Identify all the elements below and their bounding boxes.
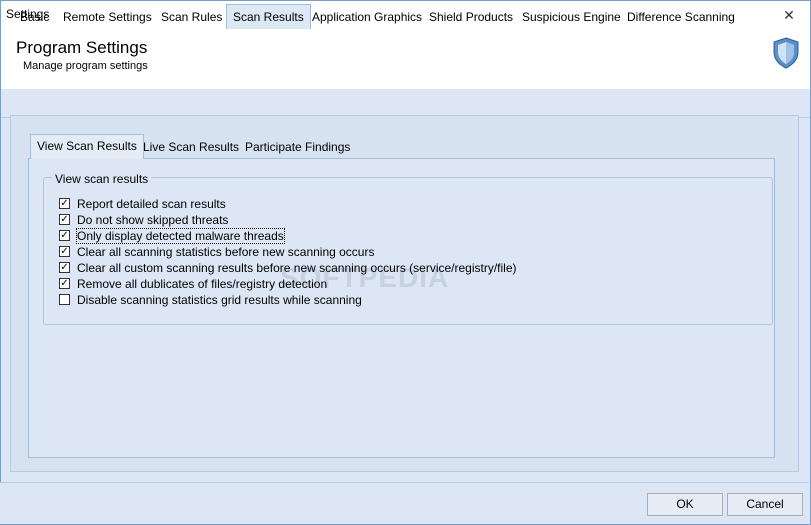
tab-suspicious-engine[interactable]: Suspicious Engine (516, 7, 627, 27)
cancel-button[interactable]: Cancel (727, 493, 803, 516)
checkbox[interactable]: ✓ (59, 246, 70, 257)
checkbox[interactable] (59, 294, 70, 305)
option-label: Do not show skipped threats (77, 213, 229, 227)
checkbox[interactable]: ✓ (59, 262, 70, 273)
option-label: Disable scanning statistics grid results… (77, 293, 362, 307)
checkbox[interactable]: ✓ (59, 214, 70, 225)
tab-basic[interactable]: Basic (14, 7, 55, 27)
page-subtitle: Manage program settings (23, 60, 148, 72)
tab-shield-products[interactable]: Shield Products (423, 7, 519, 27)
subtab-participate-findings[interactable]: Participate Findings (239, 136, 356, 158)
page-title: Program Settings (16, 38, 148, 57)
option-label: Report detailed scan results (77, 197, 226, 211)
option-label: Remove all dublicates of files/registry … (77, 277, 328, 291)
checkbox[interactable]: ✓ (59, 230, 70, 241)
shield-icon (773, 37, 799, 69)
subtab-live-scan-results[interactable]: Live Scan Results (137, 136, 245, 158)
tab-scan-rules[interactable]: Scan Rules (155, 7, 228, 27)
checkbox[interactable]: ✓ (59, 278, 70, 289)
page-header: Program Settings Manage program settings (1, 29, 810, 89)
ok-button[interactable]: OK (647, 493, 723, 516)
option-label: Clear all scanning statistics before new… (77, 245, 375, 259)
close-icon[interactable]: ✕ (774, 4, 804, 26)
subtab-view-scan-results[interactable]: View Scan Results (30, 134, 144, 159)
option-label: Only display detected malware threads (76, 228, 285, 244)
tab-application-graphics[interactable]: Application Graphics (306, 7, 428, 27)
checkbox[interactable]: ✓ (59, 198, 70, 209)
tab-scan-results[interactable]: Scan Results (226, 4, 311, 29)
tab-difference-scanning[interactable]: Difference Scanning (621, 7, 741, 27)
option-label: Clear all custom scanning results before… (77, 261, 517, 275)
tab-remote-settings[interactable]: Remote Settings (57, 7, 158, 27)
group-label: View scan results (52, 172, 152, 186)
main-tab-strip (1, 89, 810, 118)
